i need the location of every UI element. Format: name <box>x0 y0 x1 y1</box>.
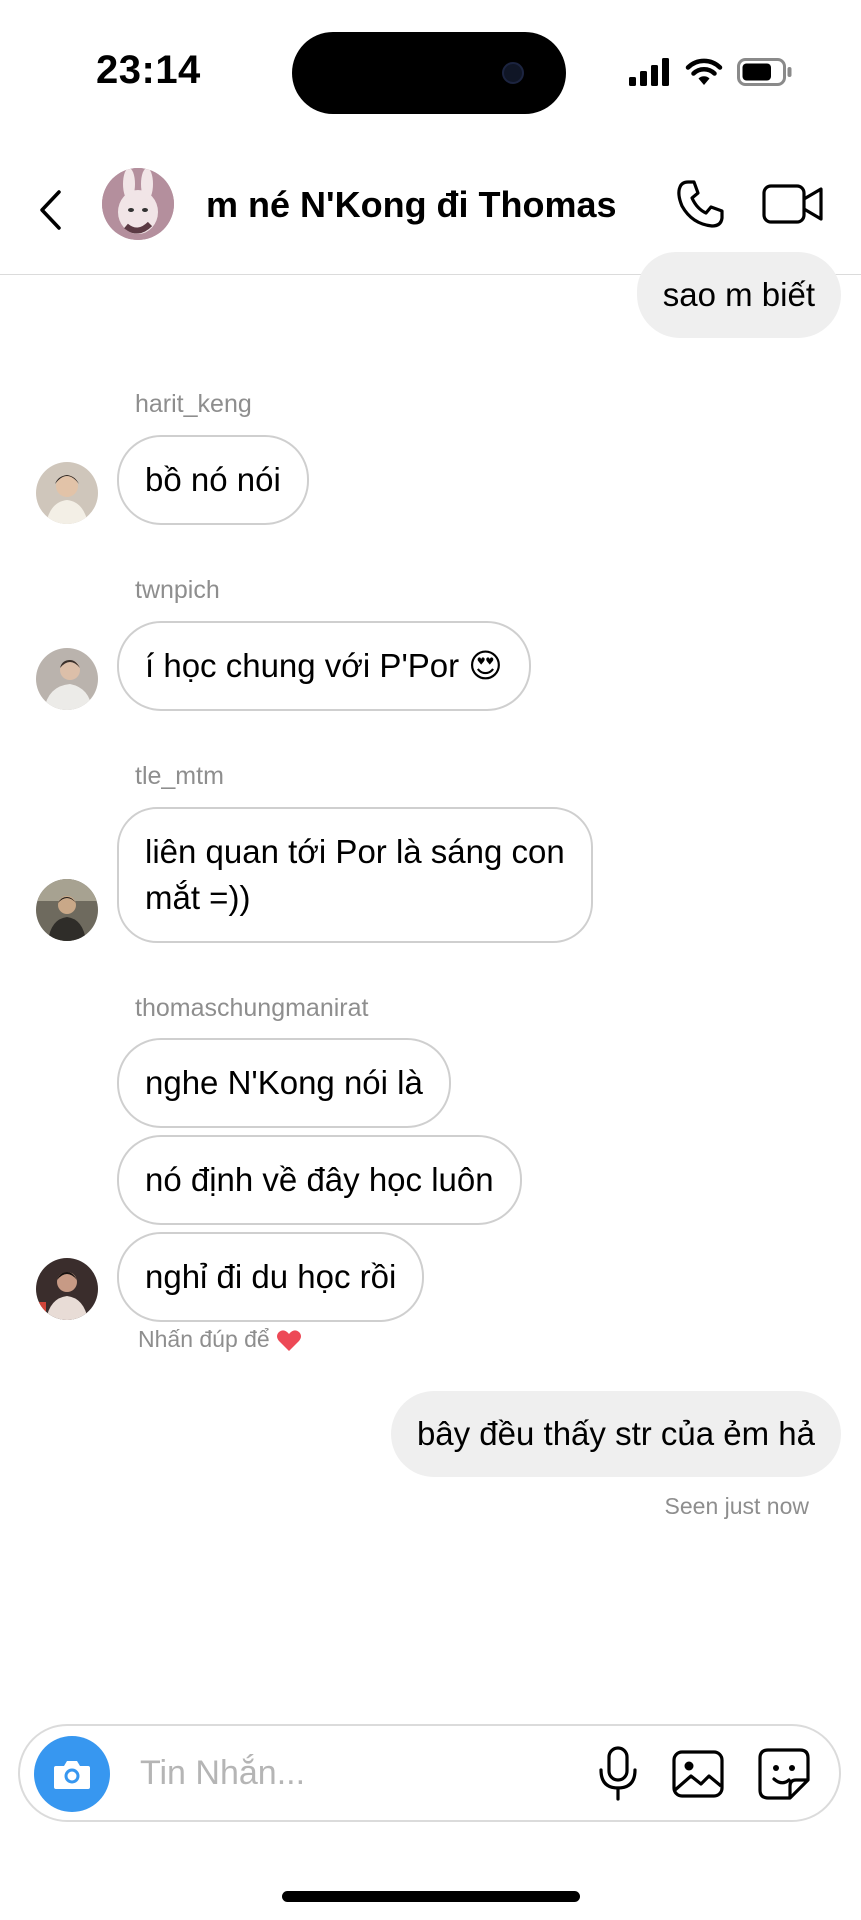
group-avatar-image <box>102 168 174 240</box>
status-time: 23:14 <box>96 48 201 92</box>
message-bubble-incoming[interactable]: nghe N'Kong nói là <box>117 1038 451 1128</box>
cellular-signal-icon <box>629 58 669 86</box>
sticker-icon <box>758 1748 810 1800</box>
message-text-line-2: mắt =)) <box>145 879 251 916</box>
avatar[interactable] <box>36 648 98 710</box>
wifi-icon <box>685 58 723 85</box>
double-tap-hint: Nhấn đúp để <box>138 1326 302 1353</box>
message-text: bồ nó nói <box>145 461 281 498</box>
avatar[interactable] <box>36 462 98 524</box>
sender-name: thomaschungmanirat <box>135 994 369 1022</box>
avatar-image <box>36 648 98 710</box>
avatar-image <box>36 879 98 941</box>
message-composer <box>18 1724 841 1822</box>
message-bubble-outgoing[interactable]: bây đều thấy str của ẻm hả <box>390 1391 841 1477</box>
message-text-line-1: liên quan tới Por là sáng con <box>145 833 565 870</box>
double-tap-hint-text: Nhấn đúp để <box>138 1326 270 1352</box>
battery-icon <box>737 58 792 86</box>
chat-title[interactable]: m né N'Kong đi Thomas <box>206 184 617 226</box>
voice-message-button[interactable] <box>592 1746 644 1802</box>
gallery-button[interactable] <box>670 1746 726 1802</box>
message-text: sao m biết <box>662 276 815 313</box>
sticker-button[interactable] <box>756 1746 812 1802</box>
message-bubble-outgoing[interactable]: sao m biết <box>636 252 841 338</box>
status-icons <box>629 52 793 92</box>
heart-icon <box>276 1329 301 1351</box>
sender-name: harit_keng <box>135 390 252 418</box>
back-button[interactable] <box>30 180 70 240</box>
message-text: bây đều thấy str của ẻm hả <box>416 1415 815 1452</box>
chat-screen: 23:14 m né N'Kong đi Thomas sao m biết h… <box>0 0 861 1920</box>
dynamic-island <box>292 32 566 114</box>
avatar[interactable] <box>36 879 98 941</box>
sender-name: tle_mtm <box>135 762 224 790</box>
home-indicator[interactable] <box>282 1891 580 1902</box>
image-gallery-icon <box>672 1750 724 1798</box>
message-bubble-incoming[interactable]: nghỉ đi du học rồi <box>117 1232 425 1322</box>
message-text: í học chung với P'Por 😍 <box>145 647 503 684</box>
message-bubble-incoming[interactable]: í học chung với P'Por 😍 <box>117 621 531 711</box>
chevron-left-icon <box>40 190 61 230</box>
seen-status: Seen just now <box>664 1493 809 1519</box>
video-call-button[interactable] <box>762 180 824 228</box>
camera-icon <box>54 1761 90 1789</box>
group-avatar[interactable] <box>102 168 174 240</box>
message-bubble-incoming[interactable]: bồ nó nói <box>117 435 309 525</box>
message-bubble-incoming[interactable]: nó định về đây học luôn <box>117 1135 522 1225</box>
sender-name: twnpich <box>135 576 220 604</box>
message-input[interactable] <box>140 1746 560 1800</box>
avatar-image <box>36 1258 98 1320</box>
voice-call-button[interactable] <box>674 178 726 230</box>
message-bubble-incoming[interactable]: liên quan tới Por là sáng con mắt =)) <box>117 807 593 943</box>
phone-icon <box>677 180 724 228</box>
video-camera-icon <box>762 184 823 224</box>
message-text: nghỉ đi du học rồi <box>145 1258 397 1295</box>
camera-dot <box>502 62 524 84</box>
message-text: nghe N'Kong nói là <box>145 1064 423 1101</box>
avatar[interactable] <box>36 1258 98 1320</box>
avatar-image <box>36 462 98 524</box>
camera-button[interactable] <box>34 1736 110 1812</box>
microphone-icon <box>599 1746 637 1801</box>
message-text: nó định về đây học luôn <box>145 1161 494 1198</box>
status-bar: 23:14 <box>0 0 861 130</box>
